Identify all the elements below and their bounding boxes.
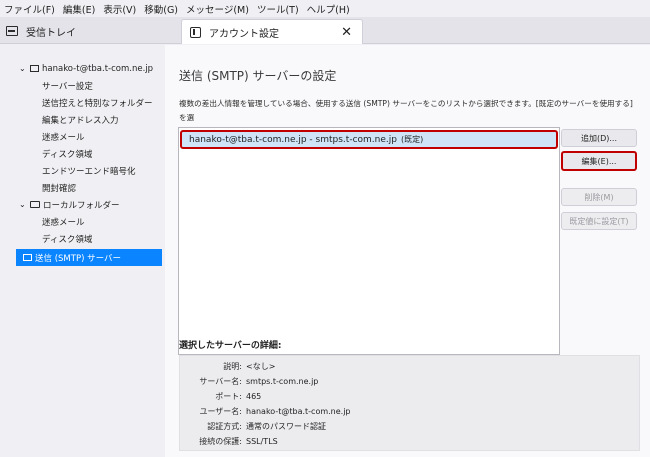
- set-default-button[interactable]: 既定値に設定(T): [561, 212, 637, 230]
- folder-icon: [30, 201, 40, 208]
- details-title: 選択したサーバーの詳細:: [179, 341, 282, 351]
- sidebar-item-label: サーバー設定: [42, 81, 93, 92]
- detail-key: 説明:: [223, 362, 242, 371]
- sidebar-item-disk-space[interactable]: ディスク領域: [0, 145, 165, 162]
- main-panel: 送信 (SMTP) サーバーの設定 複数の差出人情報を管理している場合、使用する…: [165, 45, 650, 457]
- menu-help[interactable]: ヘルプ(H): [307, 2, 350, 16]
- chevron-down-icon[interactable]: ⌄: [19, 64, 28, 73]
- description-line-1: 複数の差出人情報を管理している場合、使用する送信 (SMTP) サーバーをこのリ…: [179, 99, 633, 122]
- sidebar-item-account[interactable]: ⌄ hanako-t@tba.t-com.ne.jp: [0, 60, 165, 77]
- outgoing-mail-icon: [23, 254, 32, 261]
- menu-tools[interactable]: ツール(T): [257, 2, 299, 16]
- sidebar-item-server-settings[interactable]: サーバー設定: [0, 77, 165, 94]
- detail-value: hanako-t@tba.t-com.ne.jp: [246, 407, 351, 416]
- detail-row: サーバー名: smtps.t-com.ne.jp: [180, 374, 641, 389]
- default-tag: (既定): [400, 135, 424, 144]
- sidebar-item-local-disk-space[interactable]: ディスク領域: [0, 230, 165, 247]
- tab-account-settings[interactable]: アカウント設定 ✕: [181, 19, 363, 44]
- server-details: 説明: <なし> サーバー名: smtps.t-com.ne.jp ポート: 465 …: [179, 355, 640, 451]
- detail-value: smtps.t-com.ne.jp: [246, 377, 319, 386]
- detail-value: <なし>: [246, 362, 276, 371]
- settings-icon: [190, 26, 201, 38]
- sidebar-item-composition[interactable]: 編集とアドレス入力: [0, 111, 165, 128]
- sidebar-item-label: hanako-t@tba.t-com.ne.jp: [42, 63, 154, 74]
- inbox-icon: [6, 26, 18, 36]
- detail-value: 通常のパスワード認証: [246, 422, 326, 431]
- delete-button[interactable]: 削除(M): [561, 188, 637, 206]
- menu-message[interactable]: メッセージ(M): [186, 2, 249, 16]
- menu-go[interactable]: 移動(G): [144, 2, 178, 16]
- sidebar-item-local-junk[interactable]: 迷惑メール: [0, 213, 165, 230]
- detail-row: 説明: <なし>: [180, 359, 641, 374]
- server-label: hanako-t@tba.t-com.ne.jp - smtps.t-com.n…: [189, 134, 397, 145]
- detail-row: ユーザー名: hanako-t@tba.t-com.ne.jp: [180, 404, 641, 419]
- sidebar-item-label: ディスク領域: [42, 149, 93, 160]
- tab-bar: 受信トレイ アカウント設定 ✕: [0, 17, 650, 44]
- mail-icon: [30, 65, 39, 72]
- sidebar-item-smtp[interactable]: 送信 (SMTP) サーバー: [16, 249, 162, 266]
- menu-bar: ファイル(F) 編集(E) 表示(V) 移動(G) メッセージ(M) ツール(T…: [0, 0, 650, 17]
- sidebar-item-junk[interactable]: 迷惑メール: [0, 128, 165, 145]
- chevron-down-icon[interactable]: ⌄: [19, 200, 28, 209]
- detail-key: 接続の保護:: [199, 437, 242, 446]
- detail-key: サーバー名:: [199, 377, 242, 386]
- sidebar-item-copies-folders[interactable]: 送信控えと特別なフォルダー: [0, 94, 165, 111]
- add-button[interactable]: 追加(D)...: [561, 129, 637, 147]
- tab-inbox[interactable]: 受信トレイ: [6, 21, 76, 41]
- edit-button[interactable]: 編集(E)...: [561, 151, 637, 171]
- detail-key: 認証方式:: [207, 422, 242, 431]
- sidebar-item-label: ローカルフォルダー: [43, 200, 120, 211]
- page-title: 送信 (SMTP) サーバーの設定: [179, 69, 337, 83]
- sidebar-item-e2e-encryption[interactable]: エンドツーエンド暗号化: [0, 162, 165, 179]
- sidebar: ⌄ hanako-t@tba.t-com.ne.jp サーバー設定 送信控えと特…: [0, 45, 165, 457]
- sidebar-item-label: ディスク領域: [42, 234, 93, 245]
- tab-inbox-label: 受信トレイ: [26, 27, 76, 39]
- sidebar-item-label: 送信控えと特別なフォルダー: [42, 98, 153, 109]
- detail-value: SSL/TLS: [246, 437, 278, 446]
- detail-row: 認証方式: 通常のパスワード認証: [180, 419, 641, 434]
- smtp-server-list[interactable]: hanako-t@tba.t-com.ne.jp - smtps.t-com.n…: [178, 127, 560, 355]
- detail-key: ポート:: [215, 392, 242, 401]
- detail-value: 465: [246, 392, 262, 401]
- sidebar-item-local-folders[interactable]: ⌄ ローカルフォルダー: [0, 196, 165, 213]
- list-item[interactable]: hanako-t@tba.t-com.ne.jp - smtps.t-com.n…: [180, 130, 558, 149]
- detail-row: 接続の保護: SSL/TLS: [180, 434, 641, 449]
- sidebar-item-label: 編集とアドレス入力: [42, 115, 119, 126]
- tab-account-settings-label: アカウント設定: [209, 28, 279, 40]
- menu-edit[interactable]: 編集(E): [63, 2, 95, 16]
- detail-key: ユーザー名:: [199, 407, 242, 416]
- sidebar-item-label: 送信 (SMTP) サーバー: [35, 253, 121, 264]
- sidebar-item-label: 迷惑メール: [42, 217, 85, 228]
- sidebar-item-label: 迷惑メール: [42, 132, 85, 143]
- sidebar-item-return-receipts[interactable]: 開封確認: [0, 179, 165, 196]
- menu-file[interactable]: ファイル(F): [4, 2, 55, 16]
- menu-view[interactable]: 表示(V): [103, 2, 136, 16]
- detail-row: ポート: 465: [180, 389, 641, 404]
- sidebar-item-label: 開封確認: [42, 183, 77, 194]
- sidebar-item-label: エンドツーエンド暗号化: [42, 166, 136, 177]
- close-icon[interactable]: ✕: [341, 26, 352, 39]
